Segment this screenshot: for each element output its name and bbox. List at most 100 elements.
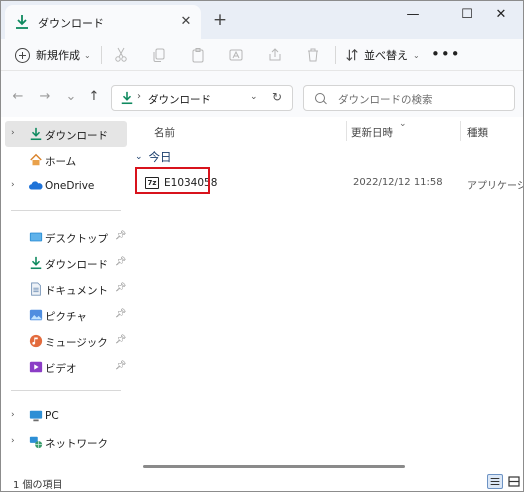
sidebar-item-pc[interactable]: › PC bbox=[5, 403, 127, 429]
pictures-icon bbox=[29, 309, 43, 321]
tab-title: ダウンロード bbox=[38, 17, 104, 30]
column-header-name[interactable]: 名前 bbox=[154, 125, 175, 140]
search-placeholder: ダウンロードの検索 bbox=[338, 94, 433, 106]
breadcrumb-separator-icon: › bbox=[137, 91, 141, 102]
refresh-icon[interactable]: ↻ bbox=[272, 90, 282, 104]
cut-icon[interactable] bbox=[113, 47, 129, 63]
documents-icon bbox=[31, 282, 41, 296]
group-label: 今日 bbox=[148, 150, 172, 164]
minimize-button[interactable]: — bbox=[391, 1, 435, 29]
forward-arrow-icon[interactable]: → bbox=[37, 89, 53, 105]
pin-icon: 📌︎ bbox=[115, 309, 127, 319]
column-header-modified[interactable]: 更新日時 bbox=[351, 125, 393, 140]
sidebar-item-label: ネットワーク bbox=[45, 438, 108, 450]
tab-downloads[interactable]: ダウンロード ✕ bbox=[5, 5, 201, 39]
video-icon bbox=[29, 361, 43, 373]
home-icon bbox=[30, 153, 42, 166]
sidebar-item-music[interactable]: ミュージック 📌︎ bbox=[5, 328, 127, 354]
sidebar-item-desktop[interactable]: デスクトップ 📌︎ bbox=[5, 224, 127, 250]
file-type: アプリケーション bbox=[467, 181, 523, 192]
command-bar: 新規作成 ⌄ 並べ替え ⌄ ••• bbox=[1, 39, 523, 71]
address-dropdown-icon[interactable]: ⌄ bbox=[250, 92, 258, 102]
expand-chevron-icon[interactable]: › bbox=[11, 180, 15, 190]
sidebar-item-label: ミュージック bbox=[45, 337, 108, 349]
expand-chevron-icon[interactable]: › bbox=[11, 436, 15, 446]
download-icon bbox=[121, 91, 133, 105]
highlight-box bbox=[135, 167, 210, 194]
sidebar-item-label: デスクトップ bbox=[45, 233, 108, 245]
chevron-down-icon: ⌄ bbox=[84, 50, 91, 60]
toolbar-divider bbox=[335, 46, 336, 64]
new-tab-button[interactable]: + bbox=[210, 11, 230, 31]
group-header-today[interactable]: ⌄ 今日 bbox=[135, 149, 172, 165]
column-header-type[interactable]: 種類 bbox=[467, 125, 488, 140]
collapse-chevron-icon: ⌄ bbox=[135, 152, 143, 162]
recent-locations-chevron-icon[interactable]: ⌄ bbox=[63, 89, 79, 105]
download-icon bbox=[30, 127, 42, 141]
sidebar-item-onedrive[interactable]: › OneDrive bbox=[5, 173, 127, 199]
pc-icon bbox=[29, 410, 43, 422]
back-arrow-icon[interactable]: ← bbox=[10, 89, 26, 105]
sidebar-item-pictures[interactable]: ピクチャ 📌︎ bbox=[5, 302, 127, 328]
sidebar-item-label: ホーム bbox=[45, 156, 77, 168]
breadcrumb-downloads[interactable]: ダウンロード bbox=[148, 92, 211, 107]
file-explorer-window: ダウンロード ✕ + — ☐ ✕ 新規作成 ⌄ 並べ替え ⌄ ••• ← → ⌄… bbox=[0, 0, 524, 492]
tiles-view-icon[interactable] bbox=[506, 474, 522, 489]
desktop-icon bbox=[29, 232, 43, 242]
pin-icon: 📌︎ bbox=[115, 335, 127, 345]
delete-icon[interactable] bbox=[305, 47, 321, 63]
sidebar-item-label: ダウンロード bbox=[45, 130, 108, 142]
pin-icon: 📌︎ bbox=[115, 257, 127, 267]
network-icon bbox=[29, 436, 43, 449]
close-tab-icon[interactable]: ✕ bbox=[176, 12, 196, 32]
paste-icon[interactable] bbox=[190, 47, 206, 63]
column-separator[interactable] bbox=[346, 121, 347, 141]
music-icon bbox=[29, 334, 43, 348]
search-icon bbox=[315, 93, 325, 103]
sidebar-item-downloads-pinned[interactable]: ダウンロード 📌︎ bbox=[5, 250, 127, 276]
up-arrow-icon[interactable]: ↑ bbox=[86, 89, 102, 105]
sidebar-item-network[interactable]: › ネットワーク bbox=[5, 429, 127, 455]
sidebar-item-documents[interactable]: ドキュメント 📌︎ bbox=[5, 276, 127, 302]
sort-button[interactable]: 並べ替え ⌄ bbox=[345, 47, 420, 63]
sort-icon bbox=[346, 48, 358, 62]
details-view-icon[interactable] bbox=[487, 474, 503, 489]
sidebar-divider bbox=[11, 210, 121, 211]
pin-icon: 📌︎ bbox=[115, 361, 127, 371]
item-count: 1 個の項目 bbox=[13, 480, 63, 491]
sidebar-item-label: ダウンロード bbox=[45, 259, 108, 271]
close-window-button[interactable]: ✕ bbox=[479, 1, 523, 29]
new-button-label: 新規作成 bbox=[36, 49, 80, 62]
share-icon[interactable] bbox=[267, 47, 283, 63]
expand-chevron-icon[interactable]: › bbox=[11, 128, 15, 138]
chevron-down-icon: ⌄ bbox=[413, 50, 420, 60]
toolbar-divider bbox=[101, 46, 102, 64]
status-bar: 1 個の項目 bbox=[1, 472, 523, 491]
address-bar[interactable]: › ダウンロード ⌄ ↻ bbox=[111, 85, 293, 111]
file-modified: 2022/12/12 11:58 bbox=[353, 177, 443, 188]
sidebar-item-label: OneDrive bbox=[45, 180, 95, 192]
sidebar-item-label: PC bbox=[45, 410, 59, 422]
sort-descending-icon: ⌄ bbox=[399, 119, 407, 129]
sidebar-item-label: ビデオ bbox=[45, 363, 77, 375]
navigation-pane: › ダウンロード ホーム › OneDrive デスクトップ 📌︎ ダウンロード… bbox=[1, 117, 129, 472]
expand-chevron-icon[interactable]: › bbox=[11, 410, 15, 420]
sidebar-item-videos[interactable]: ビデオ 📌︎ bbox=[5, 354, 127, 380]
rename-icon[interactable] bbox=[228, 47, 244, 63]
sidebar-item-downloads[interactable]: › ダウンロード bbox=[5, 121, 127, 147]
onedrive-icon bbox=[29, 181, 43, 190]
horizontal-scrollbar[interactable] bbox=[143, 465, 405, 468]
pin-icon: 📌︎ bbox=[115, 231, 127, 241]
new-button[interactable]: 新規作成 ⌄ bbox=[15, 45, 91, 65]
title-bar: ダウンロード ✕ + — ☐ ✕ bbox=[1, 1, 523, 39]
copy-icon[interactable] bbox=[151, 47, 167, 63]
add-circle-icon bbox=[15, 47, 30, 63]
column-separator[interactable] bbox=[460, 121, 461, 141]
sort-button-label: 並べ替え bbox=[364, 49, 408, 62]
search-box[interactable]: ダウンロードの検索 bbox=[303, 85, 515, 111]
more-options-button[interactable]: ••• bbox=[431, 45, 461, 63]
pin-icon: 📌︎ bbox=[115, 283, 127, 293]
sidebar-item-home[interactable]: ホーム bbox=[5, 147, 127, 173]
download-icon bbox=[16, 15, 28, 29]
sidebar-item-label: ドキュメント bbox=[45, 285, 108, 297]
